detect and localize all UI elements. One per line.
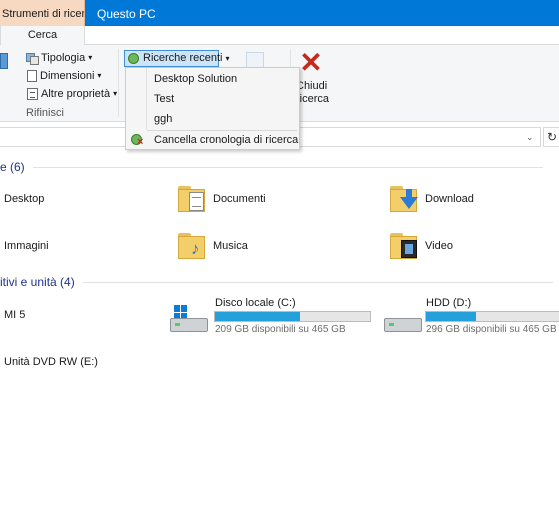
drive-usage-fill [215, 312, 301, 321]
recent-searches-menu: Desktop Solution Test ggh Cancella crono… [125, 67, 300, 150]
chevron-down-icon: ▾ [113, 89, 118, 98]
title-bar: Strumenti di ricerca Questo PC [0, 0, 559, 26]
drive-item-c[interactable]: Disco locale (C:) 209 GB disponibili su … [170, 296, 375, 336]
ribbon-tab-row: Cerca [0, 26, 559, 46]
drive-usage-bar [425, 311, 559, 322]
folder-item-documenti[interactable]: Documenti [177, 184, 266, 214]
download-folder-icon [389, 184, 419, 214]
window-title: Questo PC [97, 7, 156, 21]
folder-item-immagini[interactable]: Immagini [4, 240, 49, 252]
tipologia-button[interactable]: Tipologia ▾ [26, 51, 92, 65]
folder-item-video[interactable]: Video [389, 231, 453, 261]
drive-free-space: 296 GB disponibili su 465 GB [426, 324, 557, 335]
folder-item-download[interactable]: Download [389, 184, 474, 214]
menu-item-recent-search[interactable]: Test [126, 89, 299, 109]
drive-usage-fill [426, 312, 476, 321]
size-icon [27, 70, 37, 82]
altre-proprieta-label: Altre proprietà [41, 88, 111, 100]
group-header-folders[interactable]: e (6) [0, 160, 543, 174]
menu-item-recent-search[interactable]: ggh [126, 109, 299, 129]
dimensioni-button[interactable]: Dimensioni ▾ [27, 69, 101, 83]
drive-item-d[interactable]: HDD (D:) 296 GB disponibili su 465 GB [382, 296, 559, 336]
ribbon-separator [118, 49, 119, 117]
tipologia-label: Tipologia [41, 52, 86, 64]
close-search-button[interactable]: Chiudi ricerca [296, 80, 330, 106]
hard-drive-icon [384, 318, 422, 332]
folder-label: Desktop [4, 193, 45, 205]
close-search-label-line2: ricerca [296, 93, 330, 105]
drive-free-space: 209 GB disponibili su 465 GB [215, 324, 346, 335]
windows-logo-icon [174, 305, 188, 319]
windows-drive-icon [170, 318, 208, 332]
device-item-dvd[interactable]: Unità DVD RW (E:) [4, 356, 98, 368]
clear-history-label: Cancella cronologia di ricerca [154, 134, 299, 146]
last-modified-icon[interactable] [0, 53, 8, 69]
folder-label: Musica [213, 240, 248, 252]
properties-icon [27, 88, 38, 100]
clear-history-icon [131, 134, 143, 147]
group-header-folders-label: e (6) [0, 160, 25, 174]
chevron-down-icon: ▾ [225, 54, 230, 63]
close-search-label-line1: Chiudi [296, 80, 328, 92]
altre-proprieta-button[interactable]: Altre proprietà ▾ [27, 87, 117, 101]
recent-searches-button[interactable]: Ricerche recenti ▾ [124, 50, 230, 67]
chevron-down-icon: ▾ [97, 71, 102, 80]
folder-item-musica[interactable]: ♪ Musica [177, 231, 248, 261]
type-icon [26, 52, 39, 65]
device-item-mi5[interactable]: MI 5 [4, 309, 25, 321]
folder-label: Documenti [213, 193, 266, 205]
menu-item-clear-history[interactable]: Cancella cronologia di ricerca [126, 130, 299, 150]
recent-searches-label: Ricerche recenti [143, 52, 223, 64]
close-search-icon[interactable]: ✕ [298, 49, 324, 77]
dimensioni-label: Dimensioni [40, 70, 95, 82]
folder-label: Immagini [4, 240, 49, 252]
drive-name: Disco locale (C:) [215, 297, 296, 309]
address-history-chevron-icon[interactable]: ⌄ [526, 127, 534, 147]
group-divider [32, 166, 543, 168]
device-label: MI 5 [4, 309, 26, 321]
chevron-down-icon: ▾ [88, 53, 93, 62]
recent-searches-icon [128, 53, 139, 64]
tab-cerca[interactable]: Cerca [0, 26, 85, 46]
device-label: Unità DVD RW (E:) [4, 356, 98, 368]
folder-item-desktop[interactable]: Desktop [4, 193, 44, 205]
context-tab-search-tools[interactable]: Strumenti di ricerca [0, 0, 85, 26]
drive-usage-bar [214, 311, 371, 322]
group-header-devices[interactable]: itivi e unità (4) [0, 275, 553, 289]
group-divider [82, 281, 553, 283]
folder-label: Video [425, 240, 453, 252]
drive-name: HDD (D:) [426, 297, 472, 309]
music-folder-icon: ♪ [177, 231, 207, 261]
group-header-devices-label: itivi e unità (4) [0, 275, 75, 289]
documents-folder-icon [177, 184, 207, 214]
file-explorer-window: Strumenti di ricerca Questo PC Cerca ult… [0, 0, 559, 520]
refresh-icon[interactable]: ↻ [543, 127, 559, 147]
ribbon-group-label: Rifinisci [26, 107, 64, 119]
video-folder-icon [389, 231, 419, 261]
folder-label: Download [425, 193, 474, 205]
menu-item-recent-search[interactable]: Desktop Solution [126, 69, 299, 89]
